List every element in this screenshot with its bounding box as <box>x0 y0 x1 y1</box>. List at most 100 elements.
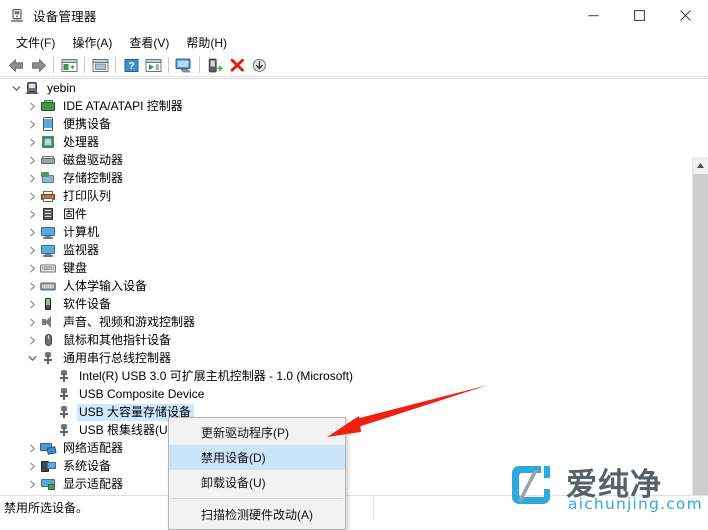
tree-item-portable-device[interactable]: 便携设备 <box>0 115 692 133</box>
chevron-right-icon[interactable] <box>24 206 40 222</box>
context-menu[interactable]: 更新驱动程序(P) 禁用设备(D) 卸载设备(U) 扫描检测硬件改动(A) <box>168 417 346 530</box>
context-menu-separator <box>171 498 343 499</box>
aichunjing-logo-icon <box>512 466 550 504</box>
help-icon[interactable]: ? <box>120 54 142 76</box>
menu-file[interactable]: 文件(F) <box>8 32 64 53</box>
tree-item-usb-composite-device[interactable]: USB Composite Device <box>0 385 692 403</box>
tree-item-processor[interactable]: 处理器 <box>0 133 692 151</box>
chevron-right-icon[interactable] <box>24 476 40 492</box>
watermark: 爱纯净 aichunjing.com <box>508 459 704 515</box>
tree-item-label: 固件 <box>63 206 88 221</box>
chevron-right-icon[interactable] <box>24 260 40 276</box>
tree-item-label: 监视器 <box>63 242 100 257</box>
chevron-right-icon[interactable] <box>24 314 40 330</box>
tree-item-label: 磁盘驱动器 <box>63 152 124 167</box>
tree-item-sound-video-game-controller[interactable]: 声音、视频和游戏控制器 <box>0 313 692 331</box>
tree-item-monitor[interactable]: 监视器 <box>0 241 692 259</box>
toolbar-separator <box>84 57 85 73</box>
menu-view[interactable]: 查看(V) <box>121 32 178 53</box>
show-hide-console-tree-icon[interactable] <box>58 54 80 76</box>
menu-help[interactable]: 帮助(H) <box>178 32 236 53</box>
device-manager-window: 设备管理器 文件(F) 操作(A) 查看(V) 帮助(H) ? yebin ID… <box>0 0 708 530</box>
tree-item-network-adapter[interactable]: 网络适配器 <box>0 439 692 457</box>
software-device-icon <box>40 296 56 312</box>
menu-action[interactable]: 操作(A) <box>64 32 121 53</box>
computer-root-icon <box>24 80 40 96</box>
disable-device-icon[interactable] <box>248 54 270 76</box>
ctx-scan-hardware-changes[interactable]: 扫描检测硬件改动(A) <box>169 502 345 527</box>
tree-item-computer[interactable]: 计算机 <box>0 223 692 241</box>
tree-item-label: 便携设备 <box>63 116 112 131</box>
forward-arrow-icon[interactable] <box>27 54 49 76</box>
monitor-icon <box>40 242 56 258</box>
tree-item-label: 系统设备 <box>63 458 112 473</box>
tree-item-hid[interactable]: 人体学输入设备 <box>0 277 692 295</box>
chevron-right-icon[interactable] <box>24 224 40 240</box>
chevron-right-icon[interactable] <box>24 98 40 114</box>
chevron-right-icon[interactable] <box>24 134 40 150</box>
tree-item-root[interactable]: yebin <box>0 79 692 97</box>
properties-icon[interactable] <box>89 54 111 76</box>
tree-item-usb-controller[interactable]: 通用串行总线控制器 <box>0 349 692 367</box>
tree-item-label: 计算机 <box>63 224 100 239</box>
tree-item-label: 网络适配器 <box>63 440 124 455</box>
vertical-scrollbar[interactable] <box>692 157 708 495</box>
tree-item-disk-drive[interactable]: 磁盘驱动器 <box>0 151 692 169</box>
chevron-right-icon[interactable] <box>24 116 40 132</box>
tree-item-usb-mass-storage-device[interactable]: USB 大容量存储设备 <box>0 403 692 421</box>
toolbar-separator <box>53 57 54 73</box>
scrollbar-thumb[interactable] <box>693 174 708 495</box>
window-controls <box>570 0 708 31</box>
tree-item-label: 存储控制器 <box>63 170 124 185</box>
back-arrow-icon[interactable] <box>5 54 27 76</box>
sound-video-game-controller-icon <box>40 314 56 330</box>
chevron-right-icon[interactable] <box>24 458 40 474</box>
chevron-right-icon[interactable] <box>24 278 40 294</box>
tree-item-mouse[interactable]: 鼠标和其他指针设备 <box>0 331 692 349</box>
status-text: 禁用所选设备。 <box>4 501 89 515</box>
ctx-update-driver[interactable]: 更新驱动程序(P) <box>169 420 345 445</box>
uninstall-device-icon[interactable] <box>226 54 248 76</box>
chevron-right-icon[interactable] <box>24 440 40 456</box>
scan-hardware-changes-icon[interactable] <box>173 54 195 76</box>
tree-item-label: 键盘 <box>63 260 88 275</box>
toolbar-separator <box>199 57 200 73</box>
ctx-disable-device[interactable]: 禁用设备(D) <box>169 445 345 470</box>
tree-item-usb-xhci[interactable]: Intel(R) USB 3.0 可扩展主机控制器 - 1.0 (Microso… <box>0 367 692 385</box>
network-adapter-icon <box>40 440 57 456</box>
maximize-button[interactable] <box>616 0 662 31</box>
ctx-uninstall-device[interactable]: 卸载设备(U) <box>169 470 345 495</box>
display-adapter-icon <box>40 476 56 492</box>
menu-bar: 文件(F) 操作(A) 查看(V) 帮助(H) <box>0 31 708 53</box>
chevron-right-icon[interactable] <box>24 152 40 168</box>
tree-item-storage-controller[interactable]: 存储控制器 <box>0 169 692 187</box>
tree-item-print-queue[interactable]: 打印队列 <box>0 187 692 205</box>
usb-device-icon <box>56 368 72 384</box>
device-manager-icon <box>9 8 25 24</box>
toolbar: ? <box>0 53 708 77</box>
scroll-up-button[interactable] <box>693 157 708 174</box>
tree-item-label: 处理器 <box>63 134 100 149</box>
storage-controller-icon <box>40 170 56 186</box>
tree-item-usb-root-hub[interactable]: USB 根集线器(USB 3.0) <box>0 421 692 439</box>
tree-item-ide-controller[interactable]: IDE ATA/ATAPI 控制器 <box>0 97 692 115</box>
chevron-down-icon[interactable] <box>8 80 24 96</box>
minimize-button[interactable] <box>570 0 616 31</box>
usb-device-icon <box>56 404 72 420</box>
tree-item-keyboard[interactable]: 键盘 <box>0 259 692 277</box>
usb-controller-icon <box>40 350 56 366</box>
chevron-right-icon[interactable] <box>24 296 40 312</box>
chevron-right-icon[interactable] <box>24 332 40 348</box>
close-button[interactable] <box>662 0 708 31</box>
chevron-right-icon[interactable] <box>24 170 40 186</box>
device-tree[interactable]: yebin IDE ATA/ATAPI 控制器 便携设备 处理器 磁盘驱动器 存… <box>0 79 692 494</box>
tree-item-software-device[interactable]: 软件设备 <box>0 295 692 313</box>
enable-device-icon[interactable] <box>204 54 226 76</box>
ide-controller-icon <box>40 98 56 114</box>
firmware-icon <box>40 206 56 222</box>
chevron-right-icon[interactable] <box>24 188 40 204</box>
chevron-right-icon[interactable] <box>24 242 40 258</box>
chevron-down-icon[interactable] <box>24 350 40 366</box>
update-driver-icon[interactable] <box>142 54 164 76</box>
tree-item-firmware[interactable]: 固件 <box>0 205 692 223</box>
